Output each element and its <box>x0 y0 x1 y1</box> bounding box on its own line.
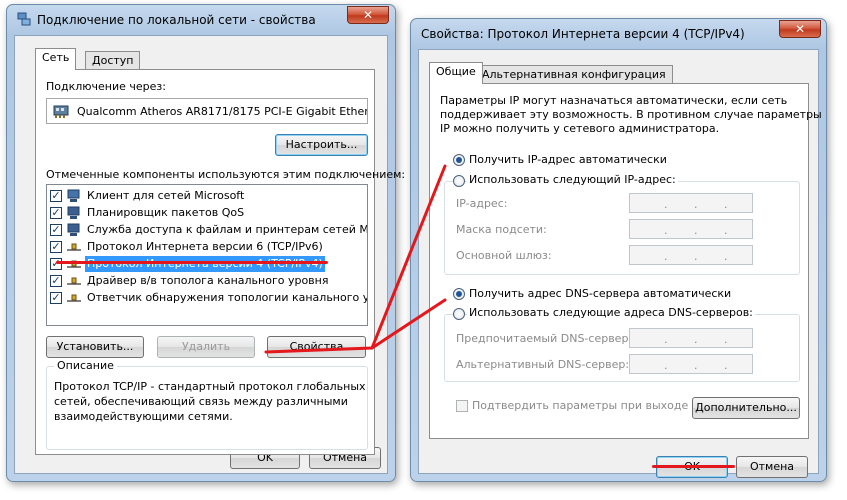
description-line: взаимодействующими сетями. <box>54 410 233 423</box>
ipv4-properties-close-button[interactable]: ✕ <box>779 20 821 38</box>
lan-properties-client: Сеть Доступ Подключение через: Qualcomm … <box>14 35 405 474</box>
ip-separator: . <box>694 198 698 211</box>
preferred-dns-label: Предпочитаемый DNS-сервер: <box>456 332 633 345</box>
ipv4-properties-titlebar[interactable]: Свойства: Протокол Интернета версии 4 (T… <box>411 19 826 47</box>
tab-general[interactable]: Общие <box>429 62 483 84</box>
ip-separator: . <box>664 333 668 346</box>
validate-checkbox[interactable] <box>456 400 468 412</box>
connect-via-label: Подключение через: <box>46 80 166 93</box>
ip-separator: . <box>724 359 728 372</box>
network-connection-icon <box>17 12 31 26</box>
component-checkbox[interactable]: ✓ <box>50 241 62 253</box>
default-gateway-input[interactable]: ... <box>629 245 753 265</box>
ip-manual-label: Использовать следующий IP-адрес: <box>467 173 678 186</box>
subnet-mask-input[interactable]: ... <box>629 219 753 239</box>
protocol-icon <box>67 277 81 285</box>
properties-button[interactable]: Свойства <box>267 336 366 358</box>
component-label: Протокол Интернета версии 4 (TCP/IPv4) <box>85 256 325 272</box>
annotation-underline-ipv4 <box>56 261 328 264</box>
ipv4-properties-title: Свойства: Протокол Интернета версии 4 (T… <box>421 27 745 41</box>
network-service-icon <box>67 223 80 236</box>
dns-manual-label: Использовать следующие адреса DNS-сервер… <box>467 306 755 319</box>
ip-separator: . <box>724 333 728 346</box>
ip-separator: . <box>664 359 668 372</box>
ip-separator: . <box>664 198 668 211</box>
component-label: Планировщик пакетов QoS <box>87 206 245 219</box>
ip-separator: . <box>694 359 698 372</box>
component-checkbox[interactable]: ✓ <box>50 190 62 202</box>
advanced-button[interactable]: Дополнительно... <box>692 397 800 419</box>
component-label: Ответчик обнаружения топологии канальног… <box>87 291 367 304</box>
remove-button[interactable]: Удалить <box>157 336 255 358</box>
ipv4-properties-window: Свойства: Протокол Интернета версии 4 (T… <box>410 18 827 482</box>
lan-properties-window: Подключение по локальной сети - свойства… <box>6 4 405 482</box>
adapter-name: Qualcomm Atheros AR8171/8175 PCI-E Gigab… <box>77 105 368 118</box>
info-line: IP можно получить у сетевого администрат… <box>440 122 720 135</box>
ip-auto-label: Получить IP-адрес автоматически <box>469 153 667 166</box>
tab-alternate-config[interactable]: Альтернативная конфигурация <box>475 65 673 83</box>
ip-separator: . <box>694 250 698 263</box>
subnet-mask-label: Маска подсети: <box>456 223 547 236</box>
component-checkbox[interactable]: ✓ <box>50 292 62 304</box>
ip-separator: . <box>724 224 728 237</box>
description-group <box>46 366 368 450</box>
adapter-box: Qualcomm Atheros AR8171/8175 PCI-E Gigab… <box>46 98 368 124</box>
preferred-dns-input[interactable]: ... <box>629 328 753 348</box>
general-tab-panel: Параметры IP могут назначаться автоматич… <box>429 83 822 439</box>
protocol-icon <box>67 260 81 268</box>
components-label: Отмеченные компоненты используются этим … <box>46 168 406 181</box>
component-label: Драйвер в/в тополога канального уровня <box>87 274 329 287</box>
component-checkbox[interactable]: ✓ <box>50 207 62 219</box>
component-checkbox[interactable]: ✓ <box>50 224 62 236</box>
ipv4-cancel-button[interactable]: Отмена <box>736 456 808 478</box>
lan-properties-close-button[interactable]: ✕ <box>347 6 389 24</box>
component-label: Клиент для сетей Microsoft <box>87 189 245 202</box>
alternate-dns-label: Альтернативный DNS-сервер: <box>456 358 630 371</box>
components-list[interactable]: ✓ Клиент для сетей Microsoft ✓ Планировщ… <box>46 184 368 326</box>
component-checkbox[interactable]: ✓ <box>50 258 62 270</box>
default-gateway-label: Основной шлюз: <box>456 249 552 262</box>
configure-button[interactable]: Настроить... <box>275 134 368 156</box>
lan-properties-title: Подключение по локальной сети - свойства <box>37 13 316 27</box>
tab-network[interactable]: Сеть <box>35 48 77 70</box>
ip-separator: . <box>694 333 698 346</box>
validate-label: Подтвердить параметры при выходе <box>472 399 689 412</box>
network-adapter-icon <box>53 105 69 118</box>
ip-separator: . <box>724 198 728 211</box>
component-checkbox[interactable]: ✓ <box>50 275 62 287</box>
ip-separator: . <box>664 250 668 263</box>
protocol-icon <box>67 294 81 302</box>
dns-auto-label: Получить адрес DNS-сервера автоматически <box>469 287 732 300</box>
ipv4-properties-client: Общие Альтернативная конфигурация Параме… <box>418 49 822 478</box>
description-label: Описание <box>54 359 117 372</box>
network-client-icon <box>67 189 80 202</box>
component-label: Служба доступа к файлам и принтерам сете… <box>87 223 368 236</box>
network-service-icon <box>67 206 80 219</box>
info-line: поддерживает эту возможность. В противно… <box>440 108 822 121</box>
ip-separator: . <box>724 250 728 263</box>
ip-address-label: IP-адрес: <box>456 197 508 210</box>
alternate-dns-input[interactable]: ... <box>629 354 753 374</box>
install-button[interactable]: Установить... <box>46 336 144 358</box>
ip-manual-radio[interactable] <box>453 175 465 187</box>
protocol-icon <box>67 243 81 251</box>
dns-auto-radio[interactable] <box>453 288 465 300</box>
component-label: Протокол Интернета версии 6 (TCP/IPv6) <box>87 240 323 253</box>
ip-separator: . <box>694 224 698 237</box>
tab-sharing[interactable]: Доступ <box>85 51 141 69</box>
description-line: Протокол TCP/IP - стандартный протокол г… <box>54 380 366 393</box>
dns-manual-radio[interactable] <box>453 308 465 320</box>
info-line: Параметры IP могут назначаться автоматич… <box>440 94 788 107</box>
annotation-underline-ok <box>652 465 735 468</box>
description-line: сетей, обеспечивающий связь между различ… <box>54 395 348 408</box>
ip-separator: . <box>664 224 668 237</box>
lan-properties-titlebar[interactable]: Подключение по локальной сети - свойства… <box>7 5 395 33</box>
ip-auto-radio[interactable] <box>453 154 465 166</box>
ip-address-input[interactable]: ... <box>629 193 753 213</box>
